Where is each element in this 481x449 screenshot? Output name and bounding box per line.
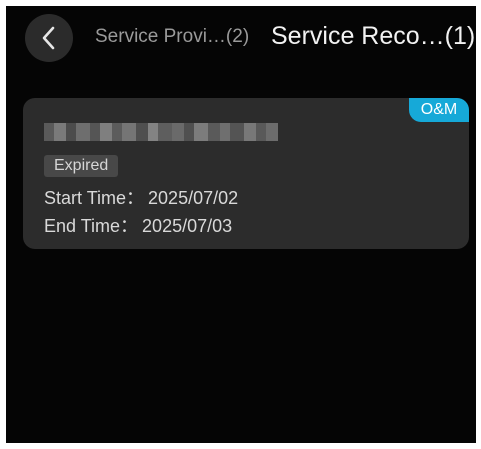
tab-service-providers[interactable]: Service Provi…(2) <box>95 26 249 48</box>
redacted-device-name <box>44 123 278 141</box>
start-time-row: Start Time： 2025/07/02 <box>44 184 238 210</box>
tab-service-records[interactable]: Service Reco…(1) <box>271 22 475 51</box>
end-time-label: End Time： <box>44 216 139 236</box>
service-screen: Service Provi…(2) Service Reco…(1) O&M E… <box>6 6 476 443</box>
service-type-badge: O&M <box>409 98 469 122</box>
chevron-left-icon <box>42 26 55 50</box>
end-time-value: 2025/07/03 <box>142 216 233 236</box>
status-badge: Expired <box>44 155 119 177</box>
header-bar: Service Provi…(2) Service Reco…(1) <box>6 6 476 70</box>
start-time-value: 2025/07/02 <box>148 188 239 208</box>
service-record-card[interactable]: O&M Expired Start Time： 2025/07/02 End T… <box>23 98 469 249</box>
end-time-row: End Time： 2025/07/03 <box>44 212 232 238</box>
back-button[interactable] <box>25 14 73 62</box>
start-time-label: Start Time： <box>44 188 145 208</box>
